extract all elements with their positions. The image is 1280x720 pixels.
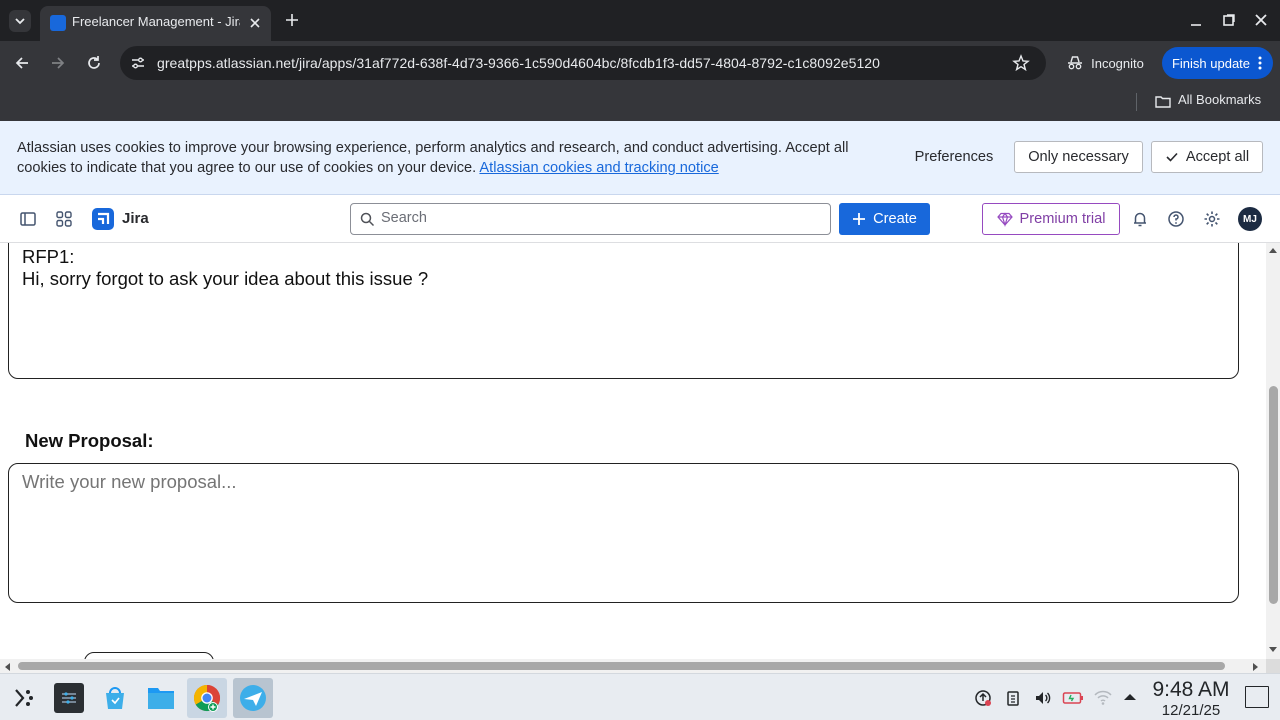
volume-icon[interactable] <box>1033 689 1051 707</box>
message-sender: RFP1: <box>22 246 75 267</box>
os-taskbar: 9:48 AM 12/21/25 <box>0 673 1280 720</box>
create-button[interactable]: Create <box>839 203 930 235</box>
site-settings-icon[interactable] <box>130 55 146 71</box>
clipboard-icon[interactable] <box>1004 689 1022 707</box>
horizontal-scrollbar[interactable] <box>0 659 1266 673</box>
cookie-banner: Atlassian uses cookies to improve your b… <box>0 121 1280 195</box>
taskbar-system-settings[interactable] <box>49 678 89 718</box>
clock-time: 9:48 AM <box>1152 678 1230 701</box>
taskbar-file-manager[interactable] <box>141 678 181 718</box>
finish-update-button[interactable]: Finish update <box>1162 47 1273 79</box>
taskbar-chrome[interactable] <box>187 678 227 718</box>
incognito-indicator[interactable]: Incognito <box>1056 46 1154 80</box>
tray-expand-icon[interactable] <box>1122 690 1138 704</box>
search-box[interactable] <box>350 203 831 235</box>
launcher-icon <box>15 689 33 707</box>
create-label: Create <box>873 211 917 227</box>
notifications-bell-icon[interactable] <box>1131 210 1149 228</box>
vertical-scroll-thumb[interactable] <box>1269 386 1278 604</box>
incognito-label: Incognito <box>1091 55 1144 71</box>
horizontal-scroll-thumb[interactable] <box>18 662 1225 670</box>
restore-icon[interactable] <box>1220 11 1238 29</box>
folder-app-icon <box>148 688 174 709</box>
chevron-down-icon <box>15 18 25 25</box>
scroll-right-arrow-icon[interactable] <box>1252 662 1260 672</box>
bookmarks-divider <box>1136 93 1137 111</box>
clock-date: 12/21/25 <box>1161 702 1221 719</box>
app-launcher-button[interactable] <box>3 678 43 718</box>
window-close-icon[interactable] <box>1252 11 1270 29</box>
battery-icon[interactable] <box>1062 689 1084 707</box>
tab-search-button[interactable] <box>9 10 31 32</box>
address-bar[interactable]: greatpps.atlassian.net/jira/apps/31af772… <box>120 46 1046 80</box>
preferences-button[interactable]: Preferences <box>904 141 1004 173</box>
finish-update-label: Finish update <box>1171 55 1251 71</box>
more-vert-icon <box>1258 56 1262 70</box>
url-text: greatpps.atlassian.net/jira/apps/31af772… <box>157 55 880 71</box>
folder-icon <box>1155 96 1171 108</box>
scroll-down-arrow-icon[interactable] <box>1268 646 1278 654</box>
incognito-icon <box>1068 56 1083 70</box>
back-arrow-icon[interactable] <box>12 53 32 73</box>
user-avatar[interactable]: MJ <box>1238 207 1262 231</box>
plus-icon <box>853 213 866 225</box>
premium-trial-button[interactable]: Premium trial <box>982 203 1120 235</box>
new-proposal-textarea[interactable] <box>8 463 1239 603</box>
diamond-icon <box>996 212 1013 227</box>
update-notifier-icon[interactable] <box>974 689 992 707</box>
jira-top-nav: Jira Create Premium trial MJ <box>0 195 1280 243</box>
message-box: RFP1: Hi, sorry forgot to ask your idea … <box>8 243 1239 379</box>
all-bookmarks-button[interactable]: All Bookmarks <box>1178 92 1261 107</box>
jira-logo-icon[interactable] <box>92 208 114 230</box>
jira-mark-icon <box>98 212 110 224</box>
checkmark-icon <box>1166 152 1178 162</box>
premium-trial-label: Premium trial <box>1019 211 1106 227</box>
accept-all-button[interactable]: Accept all <box>1151 141 1263 173</box>
bookmark-star-icon[interactable] <box>1012 54 1030 72</box>
minimize-icon[interactable] <box>1187 12 1205 30</box>
cookie-text-block: Atlassian uses cookies to improve your b… <box>17 138 887 178</box>
taskbar-discover-store[interactable] <box>95 678 135 718</box>
browser-tab-bar: Freelancer Management - Jira <box>0 0 1280 41</box>
settings-gear-icon[interactable] <box>1203 210 1221 228</box>
only-necessary-button[interactable]: Only necessary <box>1014 141 1143 173</box>
scrollbar-corner <box>1266 659 1280 673</box>
new-proposal-label: New Proposal: <box>25 430 154 451</box>
jira-app-name[interactable]: Jira <box>122 210 149 227</box>
store-bag-icon <box>106 687 124 709</box>
help-icon[interactable] <box>1167 210 1185 228</box>
sidebar-toggle-icon[interactable] <box>19 210 37 228</box>
show-desktop-button[interactable] <box>1245 686 1269 708</box>
browser-toolbar: greatpps.atlassian.net/jira/apps/31af772… <box>0 41 1280 85</box>
taskbar-active-app[interactable] <box>233 678 273 718</box>
message-text: Hi, sorry forgot to ask your idea about … <box>22 268 429 289</box>
new-tab-plus-icon[interactable] <box>282 10 302 30</box>
bookmarks-bar: All Bookmarks <box>0 85 1280 121</box>
app-switcher-icon[interactable] <box>55 210 73 228</box>
scroll-left-arrow-icon[interactable] <box>3 662 11 672</box>
close-icon[interactable] <box>246 14 264 32</box>
reload-icon[interactable] <box>84 53 104 73</box>
submit-button-partial[interactable] <box>84 652 214 659</box>
clock[interactable]: 9:48 AM 12/21/25 <box>1146 678 1236 719</box>
forward-arrow-icon[interactable] <box>48 53 68 73</box>
wifi-icon[interactable] <box>1093 688 1113 706</box>
vertical-scrollbar[interactable] <box>1266 243 1280 659</box>
jira-favicon-icon <box>50 15 66 31</box>
scroll-up-arrow-icon[interactable] <box>1268 246 1278 254</box>
app-content-area: RFP1: Hi, sorry forgot to ask your idea … <box>0 243 1266 659</box>
cookie-message: Atlassian uses cookies to improve your b… <box>17 140 849 176</box>
tab-title: Freelancer Management - Jira <box>72 14 240 29</box>
chrome-icon <box>193 684 221 712</box>
cookie-notice-link[interactable]: Atlassian cookies and tracking notice <box>479 160 718 176</box>
plane-app-icon <box>240 685 266 711</box>
search-input[interactable] <box>381 210 821 226</box>
search-icon <box>360 212 375 227</box>
settings-app-icon <box>54 683 84 713</box>
accept-all-label: Accept all <box>1185 149 1250 165</box>
browser-tab-active[interactable]: Freelancer Management - Jira <box>40 6 271 41</box>
